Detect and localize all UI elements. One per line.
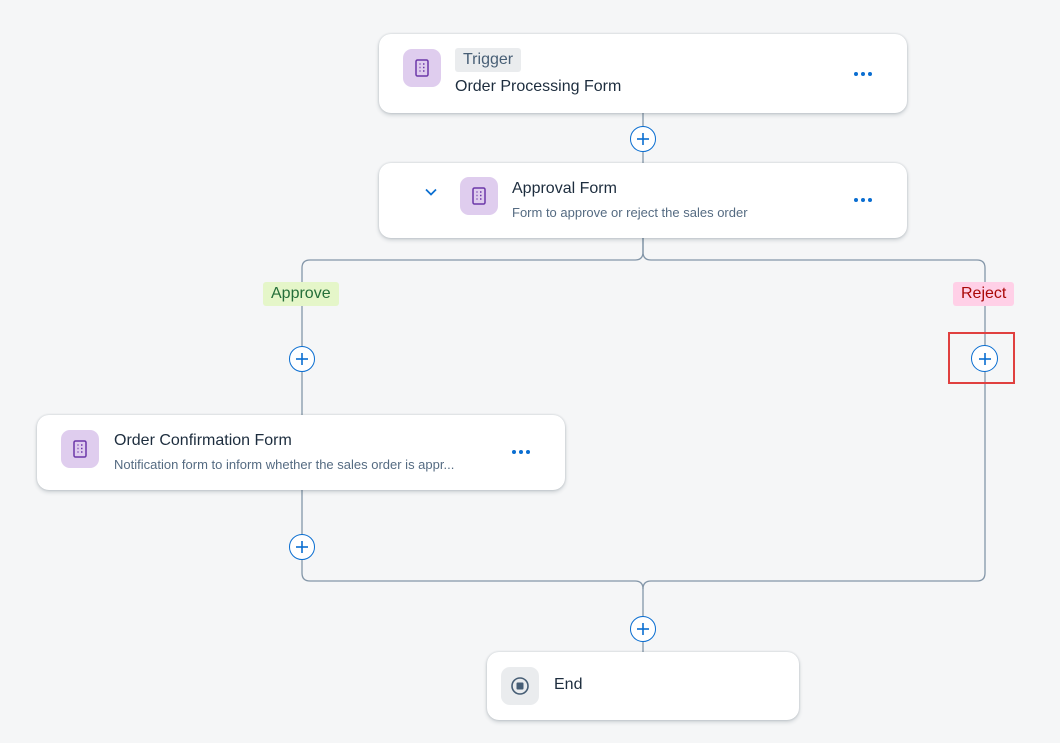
add-step-button-after-confirmation[interactable]: [289, 534, 315, 560]
plus-icon: [296, 353, 308, 365]
trigger-card-title: Order Processing Form: [455, 78, 622, 95]
form-icon: [403, 49, 441, 87]
end-card[interactable]: End: [487, 652, 799, 720]
approval-card[interactable]: Approval Form Form to approve or reject …: [379, 163, 907, 238]
trigger-card[interactable]: Trigger Order Processing Form: [379, 34, 907, 113]
end-card-title: End: [554, 676, 583, 693]
add-step-button[interactable]: [630, 126, 656, 152]
plus-icon: [978, 352, 991, 365]
more-icon-dot: [861, 198, 865, 202]
add-step-button-approve-branch[interactable]: [289, 346, 315, 372]
add-step-button-before-end[interactable]: [630, 616, 656, 642]
plus-icon: [296, 541, 308, 553]
more-icon-dot: [861, 72, 865, 76]
more-icon-dot: [512, 450, 516, 454]
plus-icon: [637, 623, 649, 635]
trigger-tag: Trigger: [455, 48, 522, 72]
more-icon-dot: [519, 450, 523, 454]
plus-icon: [637, 133, 649, 145]
confirmation-more-button[interactable]: [504, 440, 538, 464]
more-icon-dot: [526, 450, 530, 454]
approve-branch-label: Approve: [263, 282, 339, 306]
more-icon-dot: [854, 72, 858, 76]
form-icon: [61, 430, 99, 468]
more-icon-dot: [854, 198, 858, 202]
trigger-more-button[interactable]: [846, 62, 880, 86]
confirmation-card-title: Order Confirmation Form: [114, 432, 292, 449]
approval-card-title: Approval Form: [512, 180, 617, 197]
more-icon-dot: [868, 198, 872, 202]
add-step-button-reject-branch[interactable]: [971, 345, 998, 372]
confirmation-card[interactable]: Order Confirmation Form Notification for…: [37, 415, 565, 490]
confirmation-card-subtitle: Notification form to inform whether the …: [114, 457, 455, 472]
approval-card-subtitle: Form to approve or reject the sales orde…: [512, 205, 748, 220]
more-icon-dot: [868, 72, 872, 76]
chevron-down-icon[interactable]: [424, 185, 438, 204]
reject-branch-label: Reject: [953, 282, 1015, 306]
approval-more-button[interactable]: [846, 188, 880, 212]
form-icon: [460, 177, 498, 215]
process-canvas: Trigger Order Processing Form Approval F…: [0, 0, 1060, 743]
stop-icon: [501, 667, 539, 705]
